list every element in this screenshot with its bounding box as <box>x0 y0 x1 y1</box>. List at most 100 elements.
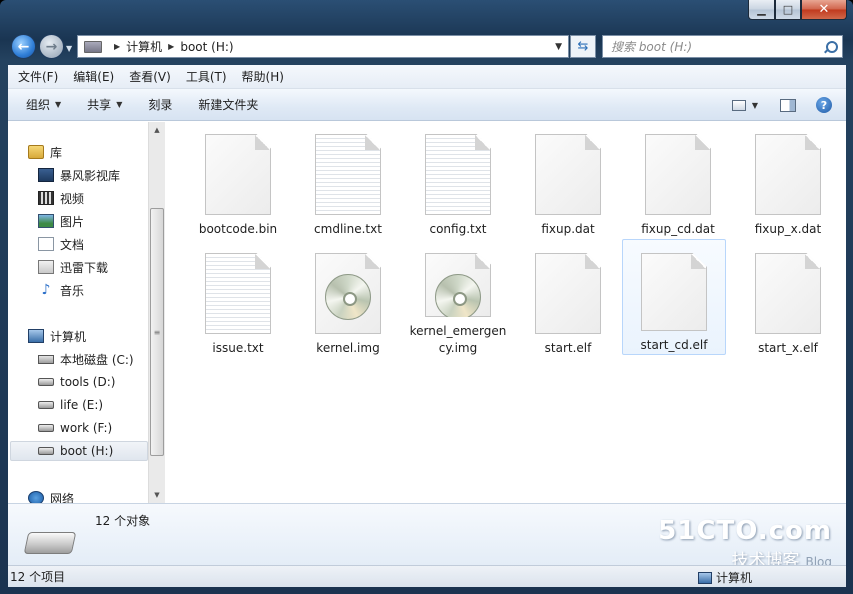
close-button[interactable]: ✕ <box>801 0 847 20</box>
file-name: kernel_emergency.img <box>409 324 507 355</box>
status-location: 计算机 <box>698 569 752 586</box>
nav-label: 音乐 <box>60 283 85 298</box>
file-name: bootcode.bin <box>198 222 278 236</box>
blank-file-icon <box>641 253 707 331</box>
client-area: 文件(F) 编辑(E) 查看(V) 工具(T) 帮助(H) 组织 ▼ 共享 ▼ 刻录… <box>8 65 846 587</box>
nav-item-baofeng[interactable]: 暴风影视库 <box>38 165 120 185</box>
file-item-start-x[interactable]: start_x.elf <box>736 241 840 357</box>
file-name: fixup_cd.dat <box>641 222 715 236</box>
nav-item-documents[interactable]: 文档 <box>38 234 84 254</box>
nav-item-thunder[interactable]: 迅雷下载 <box>38 257 108 277</box>
navigation-pane: 库 暴风影视库 视频 图片 文档 迅雷下载 ♪ 音乐 计算机 本地磁盘 (C:)… <box>8 122 148 503</box>
file-item-fixup-x[interactable]: fixup_x.dat <box>736 122 840 238</box>
search-box[interactable]: 搜索 boot (H:) <box>602 35 843 58</box>
organize-button[interactable]: 组织 ▼ <box>18 96 69 113</box>
cd-disc-icon <box>435 274 481 317</box>
nav-label: work (F:) <box>60 421 113 435</box>
blank-file-icon <box>645 134 711 215</box>
nav-label: tools (D:) <box>60 375 116 389</box>
nav-computer[interactable]: 计算机 <box>28 326 86 346</box>
menu-file[interactable]: 文件(F) <box>13 68 63 85</box>
menu-help[interactable]: 帮助(H) <box>237 68 289 85</box>
recent-pages-dropdown[interactable]: ▼ <box>66 44 72 53</box>
file-name: fixup.dat <box>541 222 595 236</box>
nav-item-pictures[interactable]: 图片 <box>38 211 84 231</box>
menu-edit[interactable]: 编辑(E) <box>68 68 119 85</box>
address-bar[interactable]: ▶ 计算机 ▶ boot (H:) ▼ <box>77 35 569 58</box>
file-item-issue[interactable]: issue.txt <box>186 241 290 357</box>
nav-item-videos[interactable]: 视频 <box>38 188 84 208</box>
refresh-button[interactable]: ⇆ <box>570 35 596 58</box>
nav-label: 本地磁盘 (C:) <box>60 352 134 367</box>
new-folder-button[interactable]: 新建文件夹 <box>190 96 266 113</box>
nav-drive-f[interactable]: work (F:) <box>38 418 112 438</box>
arrow-left-icon: ← <box>17 38 30 55</box>
nav-drive-h[interactable]: boot (H:) <box>10 441 148 461</box>
minimize-button[interactable]: ▁ <box>748 0 775 20</box>
nav-network[interactable]: 网络 <box>28 488 74 503</box>
scroll-up-icon[interactable]: ▲ <box>149 122 165 138</box>
breadcrumb-boot[interactable]: boot (H:) <box>180 40 233 54</box>
nav-drive-c[interactable]: 本地磁盘 (C:) <box>38 349 134 369</box>
nav-drive-e[interactable]: life (E:) <box>38 395 103 415</box>
nav-item-music[interactable]: ♪ 音乐 <box>38 280 84 300</box>
nav-label: boot (H:) <box>60 444 114 458</box>
breadcrumb-chevron-icon[interactable]: ▶ <box>114 42 120 51</box>
file-name: start_x.elf <box>758 341 818 355</box>
watermark: 51CTO.com 技术博客 Blog <box>658 516 832 571</box>
nav-drive-d[interactable]: tools (D:) <box>38 372 115 392</box>
blank-file-icon <box>535 253 601 334</box>
file-item-kernel[interactable]: kernel.img <box>296 241 400 357</box>
scroll-thumb[interactable]: ≡ <box>150 208 164 456</box>
menu-tools[interactable]: 工具(T) <box>181 68 232 85</box>
file-item-fixup[interactable]: fixup.dat <box>516 122 620 238</box>
document-icon <box>38 237 54 251</box>
file-item-kernel-emergency[interactable]: kernel_emergency.img <box>406 241 510 357</box>
file-item-cmdline[interactable]: cmdline.txt <box>296 122 400 238</box>
file-item-config[interactable]: config.txt <box>406 122 510 238</box>
back-button[interactable]: ← <box>11 34 36 59</box>
help-icon[interactable]: ? <box>816 97 832 113</box>
menu-view[interactable]: 查看(V) <box>124 68 176 85</box>
cd-disc-icon <box>325 274 371 320</box>
file-item-start-cd[interactable]: start_cd.elf <box>622 239 726 355</box>
video-library-icon <box>38 168 54 182</box>
maximize-button[interactable]: □ <box>775 0 801 20</box>
search-input[interactable]: 搜索 boot (H:) <box>611 38 692 55</box>
file-name: config.txt <box>429 222 487 236</box>
breadcrumb-computer[interactable]: 计算机 <box>126 38 162 55</box>
file-item-start[interactable]: start.elf <box>516 241 620 357</box>
film-icon <box>38 191 54 205</box>
burn-button[interactable]: 刻录 <box>140 96 180 113</box>
nav-libraries[interactable]: 库 <box>28 142 62 162</box>
nav-scrollbar[interactable]: ▲ ≡ ▼ <box>148 122 165 503</box>
nav-label: 库 <box>50 145 63 160</box>
file-item-bootcode[interactable]: bootcode.bin <box>186 122 290 238</box>
address-dropdown-icon[interactable]: ▼ <box>555 42 562 52</box>
breadcrumb-chevron-icon[interactable]: ▶ <box>168 42 174 51</box>
watermark-brand: 51CTO.com <box>658 516 832 546</box>
toolbar-right: ▼ ? <box>731 89 846 121</box>
file-view: bootcode.bin cmdline.txt config.txt fixu… <box>166 122 846 503</box>
nav-label: life (E:) <box>60 398 104 412</box>
scroll-down-icon[interactable]: ▼ <box>149 487 165 503</box>
file-name: issue.txt <box>212 341 264 355</box>
blank-file-icon <box>535 134 601 215</box>
search-icon[interactable] <box>824 40 838 53</box>
system-drive-icon <box>38 354 54 364</box>
caption-buttons: ▁ □ ✕ <box>748 0 847 21</box>
change-view-icon[interactable] <box>731 99 746 111</box>
drive-icon <box>38 424 54 432</box>
command-bar: 组织 ▼ 共享 ▼ 刻录 新建文件夹 ▼ ? <box>8 89 846 121</box>
drive-icon <box>38 447 54 455</box>
view-options-dropdown-icon[interactable]: ▼ <box>752 101 758 110</box>
file-item-fixup-cd[interactable]: fixup_cd.dat <box>626 122 730 238</box>
preview-pane-icon[interactable] <box>780 98 796 112</box>
explorer-window: ▁ □ ✕ ← → ▼ ▶ 计算机 ▶ boot (H:) ▼ ⇆ 搜索 boo… <box>0 0 853 594</box>
share-button[interactable]: 共享 ▼ <box>79 96 130 113</box>
refresh-icon: ⇆ <box>577 39 589 54</box>
download-icon <box>38 260 54 274</box>
forward-button[interactable]: → <box>39 34 64 59</box>
address-row: ← → ▼ ▶ 计算机 ▶ boot (H:) ▼ ⇆ 搜索 boot (H:) <box>0 28 853 64</box>
drive-icon <box>38 401 54 409</box>
